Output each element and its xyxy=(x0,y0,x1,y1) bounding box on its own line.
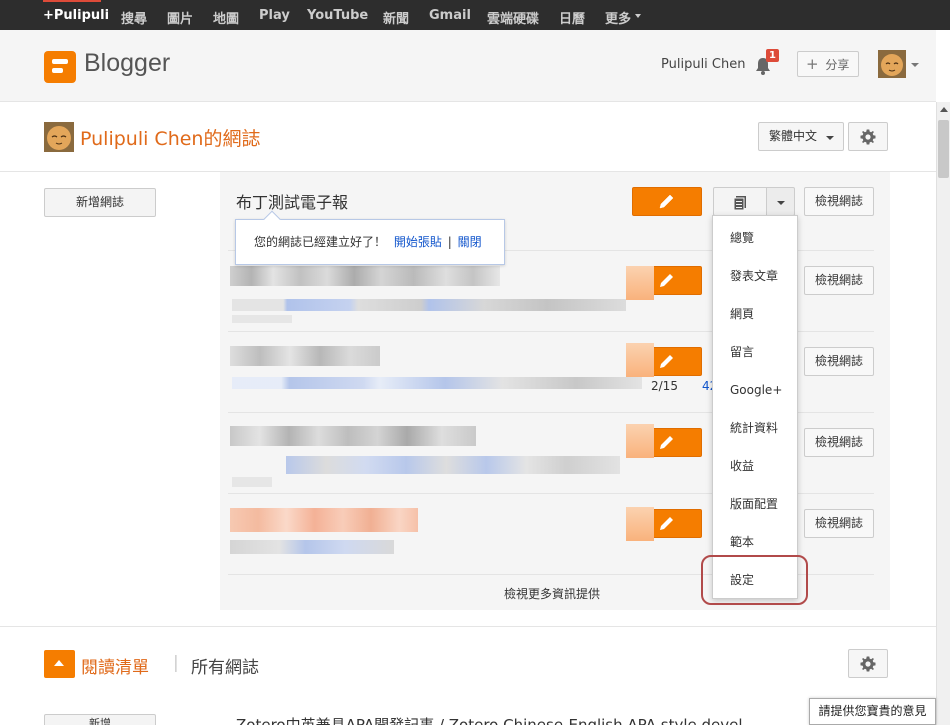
menu-item-layout[interactable]: 版面配置 xyxy=(713,485,797,523)
reading-list-separator: | xyxy=(173,653,179,673)
view-blog-button[interactable]: 檢視網誌 xyxy=(804,428,874,457)
edit-post-button[interactable] xyxy=(632,187,702,216)
user-name[interactable]: Pulipuli Chen xyxy=(661,57,745,72)
language-select[interactable]: 繁體中文 xyxy=(758,122,844,151)
close-tooltip-link[interactable]: 關閉 xyxy=(458,235,482,249)
blog-item-title[interactable]: 布丁測試電子報 xyxy=(236,189,348,213)
tooltip-separator: | xyxy=(447,235,452,249)
plus-icon: + xyxy=(806,55,819,73)
pencil-icon xyxy=(660,517,673,530)
menu-item-pages[interactable]: 網頁 xyxy=(713,295,797,333)
gear-icon xyxy=(860,656,876,672)
chevron-up-icon xyxy=(54,660,64,666)
all-blogs-label: 所有網誌 xyxy=(191,658,259,678)
scroll-thumb[interactable] xyxy=(938,120,949,178)
google-bar-accent xyxy=(43,0,101,2)
pencil-icon xyxy=(660,436,673,449)
view-blog-button[interactable]: 檢視網誌 xyxy=(804,347,874,376)
blog-menu-dropdown-button[interactable] xyxy=(766,187,795,216)
menu-item-stats[interactable]: 統計資料 xyxy=(713,409,797,447)
blogger-logo-icon[interactable] xyxy=(44,51,76,83)
menu-item-earnings[interactable]: 收益 xyxy=(713,447,797,485)
google-bar: +Pulipuli 搜尋 圖片 地圖 Play YouTube 新聞 Gmail… xyxy=(0,0,950,30)
gbar-item-drive[interactable]: 雲端硬碟 xyxy=(487,8,539,27)
new-blog-button[interactable]: 新增網誌 xyxy=(44,188,156,217)
blog-title-row: Pulipuli Chen的網誌 繁體中文 xyxy=(0,102,936,172)
gbar-item-images[interactable]: 圖片 xyxy=(167,8,193,27)
blog-created-tooltip: 您的網誌已經建立好了！ 開始張貼 | 關閉 xyxy=(235,210,505,265)
vertical-scrollbar[interactable] xyxy=(936,102,950,725)
menu-item-google-plus[interactable]: Google+ xyxy=(713,371,797,409)
menu-item-posts[interactable]: 發表文章 xyxy=(713,257,797,295)
scroll-up-icon[interactable] xyxy=(940,107,948,112)
more-caret-icon xyxy=(635,14,641,18)
page-title: Pulipuli Chen的網誌 xyxy=(80,128,261,150)
gbar-item-gmail[interactable]: Gmail xyxy=(429,8,471,23)
gbar-item-maps[interactable]: 地圖 xyxy=(213,8,239,27)
gbar-item-more[interactable]: 更多 xyxy=(605,8,631,27)
view-blog-button[interactable]: 檢視網誌 xyxy=(804,509,874,538)
pencil-icon xyxy=(659,194,674,209)
gbar-item-news[interactable]: 新聞 xyxy=(383,8,409,27)
documents-icon xyxy=(733,196,746,211)
view-more-info-link[interactable]: 檢視更多資訊提供 xyxy=(504,585,600,602)
language-label: 繁體中文 xyxy=(769,129,818,143)
collapse-reading-list-button[interactable] xyxy=(44,650,75,678)
view-blog-button[interactable]: 檢視網誌 xyxy=(804,266,874,295)
notification-count-badge: 1 xyxy=(766,49,779,62)
gbar-item-search[interactable]: 搜尋 xyxy=(121,8,147,27)
account-caret-icon[interactable] xyxy=(911,63,919,67)
gbar-item-youtube[interactable]: YouTube xyxy=(307,8,368,23)
blog-avatar xyxy=(44,122,74,152)
reading-list-settings-button[interactable] xyxy=(848,649,888,678)
chevron-down-icon xyxy=(826,136,834,140)
settings-highlight-annotation xyxy=(701,555,808,605)
gbar-item-calendar[interactable]: 日曆 xyxy=(559,8,585,27)
reading-list-title: 閱讀清單 xyxy=(81,658,149,678)
add-reading-button[interactable]: 新增 xyxy=(44,714,156,725)
menu-item-overview[interactable]: 總覽 xyxy=(713,219,797,257)
blog-actions-menu: 總覽 發表文章 網頁 留言 Google+ 統計資料 收益 版面配置 範本 設定 xyxy=(712,215,798,599)
share-button[interactable]: + 分享 xyxy=(797,51,859,77)
feedback-button[interactable]: 請提供您寶貴的意見 xyxy=(809,698,936,725)
chevron-down-icon xyxy=(777,201,785,205)
blogger-logo-text[interactable]: Blogger xyxy=(84,49,170,78)
feed-item-title[interactable]: Zotero中英兼具APA開發記事 / Zotero Chinese-Engli… xyxy=(236,714,743,725)
blogger-header: Blogger Pulipuli Chen 1 + 分享 xyxy=(0,30,936,102)
menu-item-comments[interactable]: 留言 xyxy=(713,333,797,371)
start-posting-link[interactable]: 開始張貼 xyxy=(394,235,442,249)
gbar-item-profile[interactable]: +Pulipuli xyxy=(43,8,109,23)
settings-gear-button[interactable] xyxy=(848,122,888,151)
view-blog-button[interactable]: 檢視網誌 xyxy=(804,187,874,216)
gear-icon xyxy=(860,129,876,145)
user-avatar[interactable] xyxy=(878,50,906,78)
share-label: 分享 xyxy=(825,58,850,72)
pencil-icon xyxy=(660,274,673,287)
tooltip-text: 您的網誌已經建立好了！ xyxy=(254,235,387,249)
partial-date: 2/15 xyxy=(651,379,678,393)
gbar-item-play[interactable]: Play xyxy=(259,8,290,23)
pencil-icon xyxy=(660,355,673,368)
posts-list-button[interactable] xyxy=(713,187,767,216)
